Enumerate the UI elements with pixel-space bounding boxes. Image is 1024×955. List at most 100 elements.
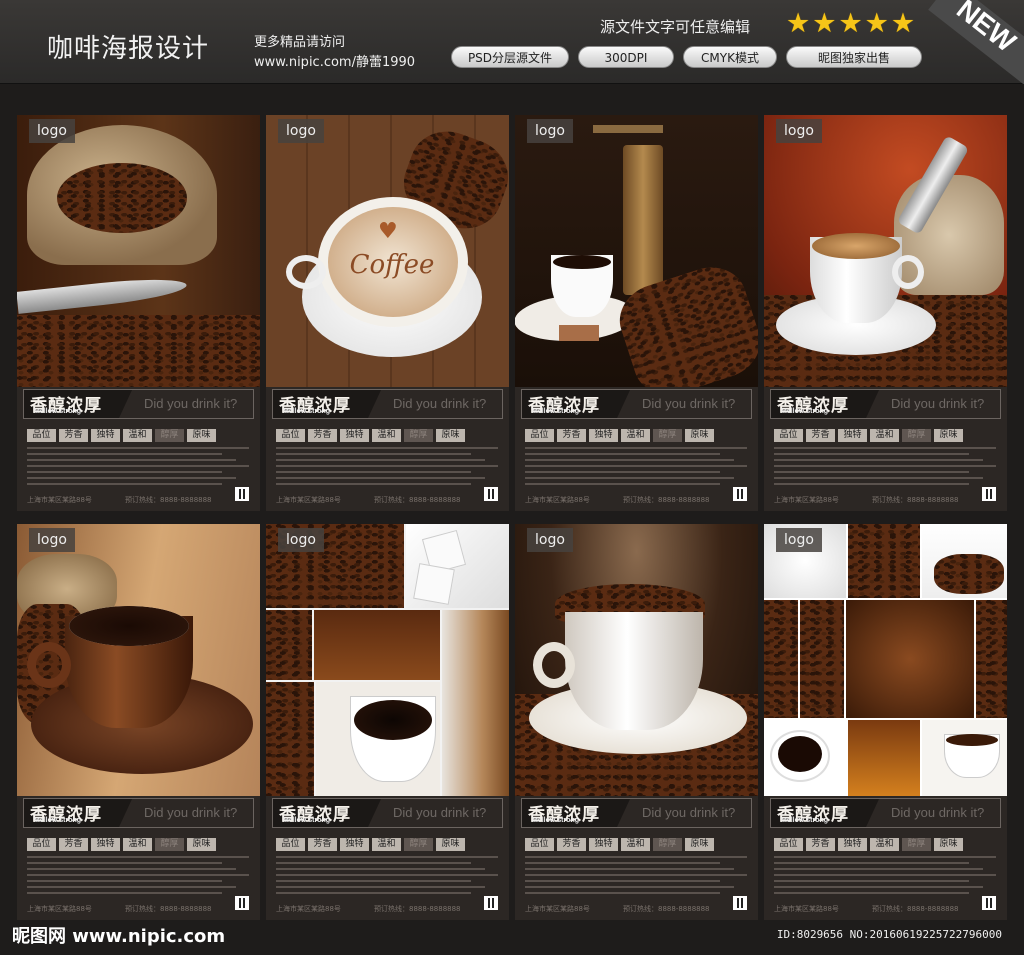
tag-label: 品位 [774, 429, 803, 442]
tag-label: 温和 [372, 429, 401, 442]
tag-label: 温和 [621, 838, 650, 851]
slogan-bar: 香醇浓厚 Mellow strong Did you drink it? [272, 798, 503, 828]
tag-row: 品位 芳香 独特 温和 醇厚 原味 [276, 429, 465, 442]
slogan-bar: 香醇浓厚 Mellow strong Did you drink it? [770, 389, 1001, 419]
phone-text: 预订热线：8888-8888888 [623, 496, 710, 504]
poster-logo: logo [278, 119, 324, 143]
slogan-english: Mellow strong [34, 408, 82, 415]
poster-footer: 上海市某区某路88号 预订热线：8888-8888888 [774, 487, 996, 505]
tag-row: 品位 芳香 独特 温和 醇厚 原味 [774, 429, 963, 442]
poster-photo: logo [266, 524, 509, 796]
tag-row: 品位 芳香 独特 温和 醇厚 原味 [276, 838, 465, 851]
description-text [774, 856, 996, 898]
poster-logo: logo [776, 528, 822, 552]
tag-label: 芳香 [308, 429, 337, 442]
tag-label: 独特 [91, 838, 120, 851]
tag-label: 原味 [436, 429, 465, 442]
description-text [276, 447, 498, 489]
tag-row: 品位 芳香 独特 温和 醇厚 原味 [774, 838, 963, 851]
poster-logo: logo [527, 528, 573, 552]
tag-label: 醇厚 [155, 838, 184, 851]
slogan-question: Did you drink it? [891, 805, 985, 820]
tag-label: 原味 [187, 838, 216, 851]
tag-label: 品位 [27, 429, 56, 442]
tag-label: 芳香 [806, 838, 835, 851]
poster-info: 香醇浓厚 Mellow strong Did you drink it? 品位芳… [17, 796, 260, 920]
poster-card: logo 香醇浓厚 Mellow strong Did you drink it… [764, 115, 1007, 511]
poster-footer: 上海市某区某路88号 预订热线：8888-8888888 [525, 487, 747, 505]
address-text: 上海市某区某路88号 [774, 905, 839, 913]
tag-row: 品位 芳香 独特 温和 醇厚 原味 [525, 429, 714, 442]
phone-text: 预订热线：8888-8888888 [125, 496, 212, 504]
badge-dpi: 300DPI [578, 46, 674, 68]
slogan-english: Mellow strong [34, 817, 82, 824]
poster-logo: logo [29, 528, 75, 552]
slogan-english: Mellow strong [781, 408, 829, 415]
tag-label: 原味 [187, 429, 216, 442]
poster-card: logo 香醇浓厚 Mellow strong Did you drink it… [17, 524, 260, 920]
slogan-english: Mellow strong [283, 817, 331, 824]
poster-photo: logo [17, 115, 260, 387]
phone-text: 预订热线：8888-8888888 [872, 905, 959, 913]
poster-footer: 上海市某区某路88号 预订热线：8888-8888888 [276, 896, 498, 914]
poster-photo: logo [17, 524, 260, 796]
tag-label: 温和 [372, 838, 401, 851]
slogan-english: Mellow strong [532, 817, 580, 824]
tag-label: 品位 [276, 838, 305, 851]
qr-code-icon [982, 487, 996, 501]
poster-photo: Coffee ♥ logo [266, 115, 509, 387]
star-icon: ★ [890, 8, 916, 39]
slogan-bar: 香醇浓厚 Mellow strong Did you drink it? [23, 798, 254, 828]
tag-label: 温和 [621, 429, 650, 442]
phone-text: 预订热线：8888-8888888 [374, 905, 461, 913]
qr-code-icon [733, 487, 747, 501]
slogan-question: Did you drink it? [891, 396, 985, 411]
tag-label: 醇厚 [653, 429, 682, 442]
poster-photo: logo [764, 524, 1007, 796]
tag-label: 原味 [934, 429, 963, 442]
phone-text: 预订热线：8888-8888888 [623, 905, 710, 913]
more-text: 更多精品请访问 [254, 35, 346, 50]
slogan-bar: 香醇浓厚 Mellow strong Did you drink it? [272, 389, 503, 419]
poster-info: 香醇浓厚 Mellow strong Did you drink it? 品位芳… [266, 387, 509, 511]
description-text [525, 856, 747, 898]
tag-label: 独特 [340, 838, 369, 851]
poster-logo: logo [29, 119, 75, 143]
badge-exclusive: 昵图独家出售 [786, 46, 922, 68]
poster-footer: 上海市某区某路88号 预订热线：8888-8888888 [27, 487, 249, 505]
qr-code-icon [484, 487, 498, 501]
poster-card: logo 香醇浓厚 Mellow strong Did you drink it… [764, 524, 1007, 920]
poster-info: 香醇浓厚 Mellow strong Did you drink it? 品位芳… [515, 796, 758, 920]
header-bar: 咖啡海报设计 更多精品请访问 www.nipic.com/静蕾1990 源文件文… [0, 0, 1024, 84]
phone-text: 预订热线：8888-8888888 [374, 496, 461, 504]
address-text: 上海市某区某路88号 [525, 905, 590, 913]
tag-label: 品位 [525, 429, 554, 442]
poster-info: 香醇浓厚 Mellow strong Did you drink it? 品位芳… [764, 387, 1007, 511]
poster-info: 香醇浓厚 Mellow strong Did you drink it? 品位芳… [515, 387, 758, 511]
slogan-bar: 香醇浓厚 Mellow strong Did you drink it? [770, 798, 1001, 828]
poster-card: logo 香醇浓厚 Mellow strong Did you drink it… [515, 115, 758, 511]
tag-label: 醇厚 [404, 838, 433, 851]
poster-card: logo 香醇浓厚 Mellow strong Did you drink it… [17, 115, 260, 511]
tag-label: 独特 [838, 838, 867, 851]
poster-footer: 上海市某区某路88号 预订热线：8888-8888888 [525, 896, 747, 914]
tag-label: 原味 [685, 838, 714, 851]
slogan-question: Did you drink it? [393, 805, 487, 820]
address-text: 上海市某区某路88号 [276, 905, 341, 913]
tag-label: 芳香 [557, 838, 586, 851]
badge-row: PSD分层源文件 300DPI CMYK模式 昵图独家出售 [451, 46, 922, 68]
tag-row: 品位 芳香 独特 温和 醇厚 原味 [27, 838, 216, 851]
tag-row: 品位 芳香 独特 温和 醇厚 原味 [525, 838, 714, 851]
tag-row: 品位 芳香 独特 温和 醇厚 原味 [27, 429, 216, 442]
new-label: NEW [951, 0, 1022, 58]
author-url-link[interactable]: www.nipic.com/静蕾1990 [254, 51, 415, 70]
tag-label: 温和 [123, 429, 152, 442]
address-text: 上海市某区某路88号 [774, 496, 839, 504]
poster-info: 香醇浓厚 Mellow strong Did you drink it? 品位芳… [17, 387, 260, 511]
tag-label: 品位 [525, 838, 554, 851]
tag-label: 醇厚 [902, 429, 931, 442]
poster-footer: 上海市某区某路88号 预订热线：8888-8888888 [276, 487, 498, 505]
description-text [276, 856, 498, 898]
slogan-question: Did you drink it? [144, 396, 238, 411]
slogan-question: Did you drink it? [642, 396, 736, 411]
